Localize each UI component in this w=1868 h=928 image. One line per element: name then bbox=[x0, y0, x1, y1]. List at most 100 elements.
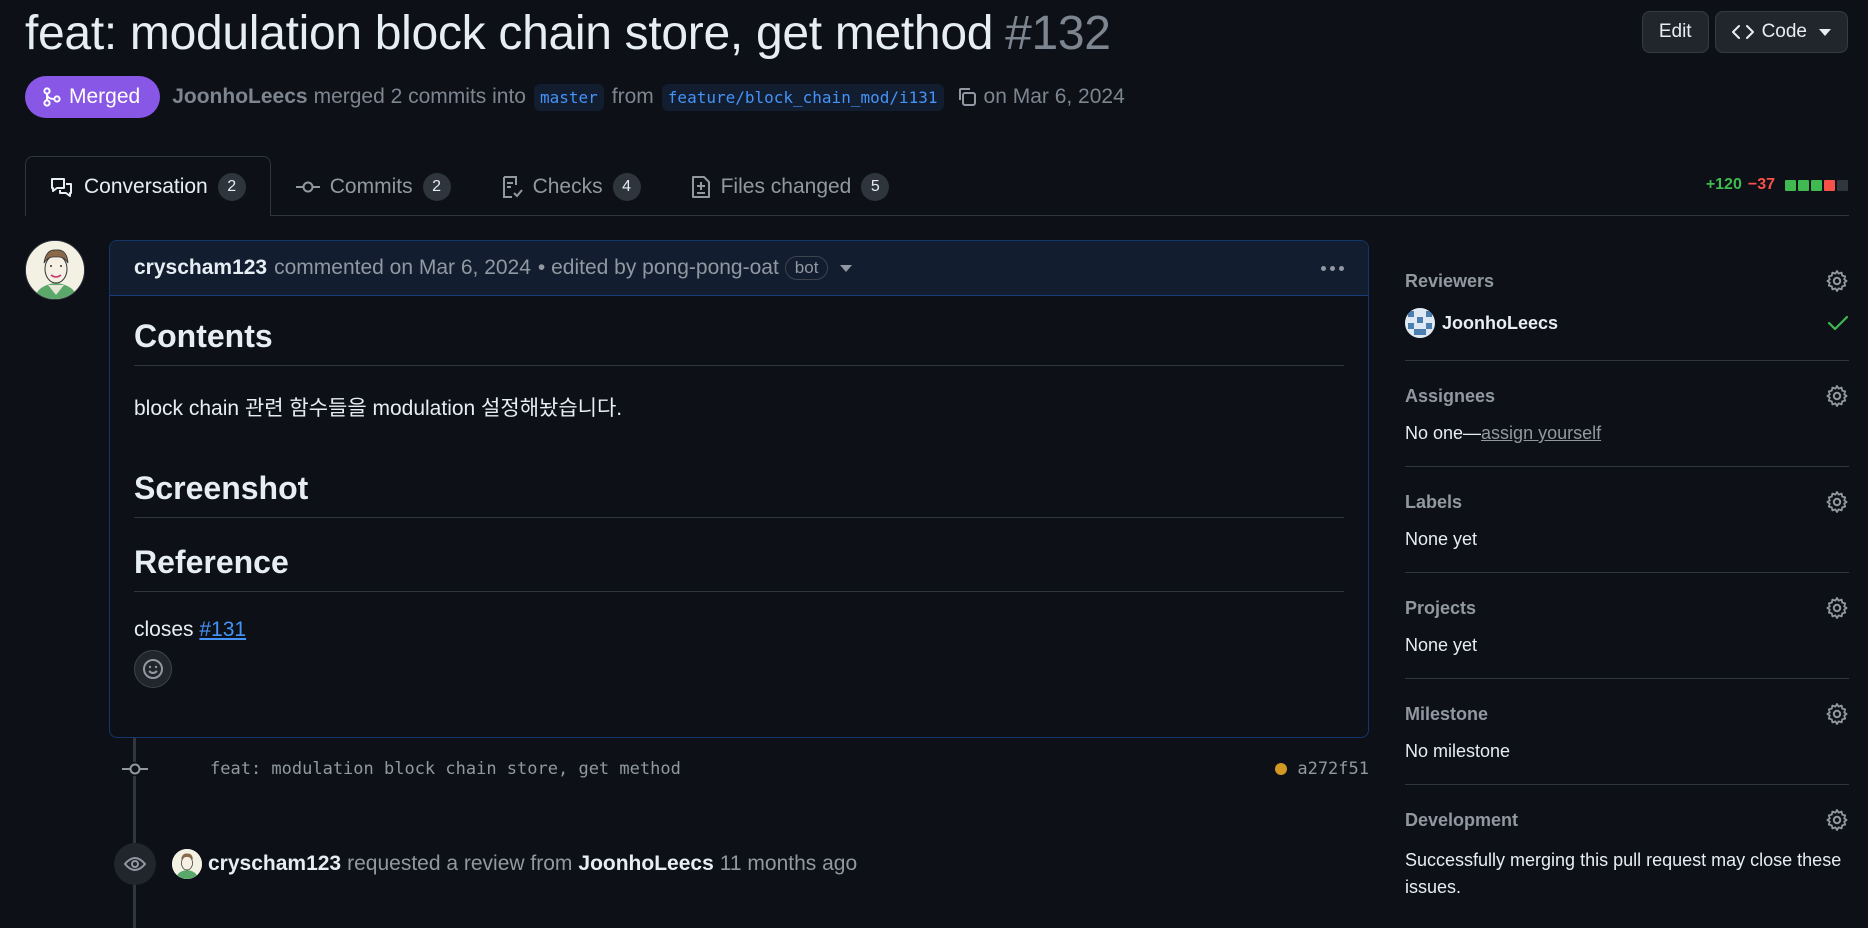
sidebar: Reviewers JoonhoLeecs Assignees No one—a… bbox=[1405, 258, 1849, 923]
pr-title: feat: modulation block chain store, get … bbox=[25, 6, 1111, 61]
comment-discussion-icon bbox=[51, 177, 72, 197]
assign-yourself-link[interactable]: assign yourself bbox=[1481, 423, 1601, 443]
diff-block bbox=[1811, 179, 1822, 191]
comment-paragraph: block chain 관련 함수들을 modulation 설정해놨습니다. bbox=[134, 397, 623, 420]
code-button-label: Code bbox=[1761, 21, 1807, 42]
tab-counter: 5 bbox=[861, 172, 890, 201]
event-actor[interactable]: cryscham123 bbox=[208, 852, 341, 876]
diff-block bbox=[1798, 179, 1809, 191]
sidebar-reviewers: Reviewers JoonhoLeecs bbox=[1405, 258, 1849, 361]
head-branch[interactable]: feature/block_chain_mod/i131 bbox=[661, 83, 944, 111]
edit-button[interactable]: Edit bbox=[1641, 11, 1709, 53]
sidebar-milestone: Milestone No milestone bbox=[1405, 679, 1849, 785]
tab-files-changed[interactable]: Files changed 5 bbox=[666, 156, 915, 216]
heading-reference: Reference bbox=[134, 544, 1344, 592]
tab-counter: 4 bbox=[612, 172, 641, 201]
avatar[interactable] bbox=[1405, 308, 1435, 338]
sidebar-projects: Projects None yet bbox=[1405, 573, 1849, 679]
chevron-down-icon[interactable] bbox=[840, 264, 853, 272]
comment-author[interactable]: cryscham123 bbox=[134, 256, 267, 280]
diff-deletions: −37 bbox=[1747, 176, 1775, 193]
closes-text: closes bbox=[134, 618, 194, 641]
projects-value: None yet bbox=[1405, 635, 1478, 655]
tab-label: Checks bbox=[532, 174, 603, 198]
pr-number: #132 bbox=[1005, 7, 1111, 60]
pr-meta: Merged JoonhoLeecs merged 2 commits into… bbox=[25, 76, 1125, 118]
reviewer-name[interactable]: JoonhoLeecs bbox=[1442, 313, 1558, 334]
comment-body: Contents block chain 관련 함수들을 modulation … bbox=[110, 296, 1368, 710]
sidebar-title: Reviewers bbox=[1405, 270, 1495, 291]
pr-author-link[interactable]: JoonhoLeecs bbox=[172, 85, 307, 109]
sidebar-title: Development bbox=[1405, 809, 1519, 830]
event-time[interactable]: 11 months ago bbox=[720, 852, 857, 876]
base-branch[interactable]: master bbox=[534, 83, 604, 111]
copy-icon[interactable] bbox=[956, 86, 978, 108]
heading-screenshot: Screenshot bbox=[134, 470, 1344, 518]
smiley-icon bbox=[143, 659, 163, 679]
bot-badge: bot bbox=[784, 256, 829, 280]
closes-paragraph: closes #131 bbox=[134, 618, 1344, 642]
merge-date: on Mar 6, 2024 bbox=[983, 85, 1125, 108]
tab-commits[interactable]: Commits 2 bbox=[271, 156, 476, 216]
diffstat-blocks bbox=[1785, 179, 1848, 191]
from-text: from bbox=[611, 85, 654, 108]
pending-status-icon[interactable] bbox=[1275, 763, 1288, 775]
assignees-value: No one—assign yourself bbox=[1405, 423, 1849, 444]
tab-conversation[interactable]: Conversation 2 bbox=[25, 156, 271, 216]
file-diff-icon bbox=[691, 175, 710, 198]
commit-message[interactable]: feat: modulation block chain store, get … bbox=[210, 759, 681, 779]
gear-icon[interactable] bbox=[1825, 269, 1849, 293]
status-badge: Merged bbox=[25, 76, 161, 118]
heading-contents: Contents bbox=[134, 318, 1344, 366]
sidebar-development: Development Successfully merging this pu… bbox=[1405, 785, 1849, 923]
sidebar-title: Labels bbox=[1405, 491, 1463, 512]
gear-icon[interactable] bbox=[1825, 596, 1849, 620]
gear-icon[interactable] bbox=[1825, 384, 1849, 408]
eye-icon bbox=[114, 843, 156, 885]
diff-additions: +120 bbox=[1705, 176, 1742, 193]
sidebar-title: Milestone bbox=[1405, 703, 1489, 724]
tab-counter: 2 bbox=[422, 172, 451, 201]
review-request-event: cryscham123 requested a review from Joon… bbox=[114, 843, 857, 885]
comment-box: cryscham123 commented on Mar 6, 2024 • e… bbox=[109, 240, 1369, 738]
edit-button-label: Edit bbox=[1658, 21, 1692, 42]
milestone-value: No milestone bbox=[1405, 741, 1511, 761]
header-actions: Edit Code bbox=[1641, 11, 1848, 53]
checklist-icon bbox=[502, 175, 523, 198]
pr-title-text: feat: modulation block chain store, get … bbox=[25, 7, 994, 60]
chevron-down-icon bbox=[1819, 28, 1831, 36]
tab-label: Files changed bbox=[720, 174, 852, 198]
sidebar-title: Assignees bbox=[1405, 385, 1496, 406]
kebab-horizontal-icon[interactable] bbox=[1321, 265, 1344, 271]
event-action: requested a review from bbox=[347, 852, 573, 875]
sidebar-labels: Labels None yet bbox=[1405, 467, 1849, 573]
pr-tabs: Conversation 2 Commits 2 Checks 4 Files … bbox=[25, 156, 1849, 216]
check-icon bbox=[1827, 315, 1849, 331]
commit-sha[interactable]: a272f51 bbox=[1297, 759, 1369, 779]
commit-row: feat: modulation block chain store, get … bbox=[120, 757, 1369, 781]
edited-by[interactable]: • edited by pong-pong-oat bbox=[538, 256, 779, 280]
git-merge-icon bbox=[43, 87, 61, 107]
comment-action: commented on Mar 6, 2024 bbox=[274, 256, 531, 279]
code-icon bbox=[1731, 25, 1754, 39]
tab-label: Conversation bbox=[84, 174, 208, 198]
labels-value: None yet bbox=[1405, 529, 1478, 549]
tab-counter: 2 bbox=[217, 172, 246, 201]
tab-label: Commits bbox=[329, 174, 413, 198]
git-commit-icon bbox=[120, 762, 150, 776]
gear-icon[interactable] bbox=[1825, 808, 1849, 832]
add-reaction-button[interactable] bbox=[134, 650, 172, 688]
diff-block bbox=[1824, 179, 1835, 191]
event-reviewer[interactable]: JoonhoLeecs bbox=[578, 852, 713, 876]
status-badge-label: Merged bbox=[69, 85, 141, 108]
gear-icon[interactable] bbox=[1825, 702, 1849, 726]
avatar[interactable] bbox=[172, 849, 202, 879]
tab-checks[interactable]: Checks 4 bbox=[476, 156, 666, 216]
sidebar-title: Projects bbox=[1405, 597, 1477, 618]
avatar[interactable] bbox=[25, 240, 85, 300]
diff-block bbox=[1837, 179, 1848, 191]
issue-link[interactable]: #131 bbox=[199, 618, 246, 641]
code-button[interactable]: Code bbox=[1714, 11, 1848, 53]
diffstat: +120 −37 bbox=[1706, 176, 1848, 194]
gear-icon[interactable] bbox=[1825, 490, 1849, 514]
